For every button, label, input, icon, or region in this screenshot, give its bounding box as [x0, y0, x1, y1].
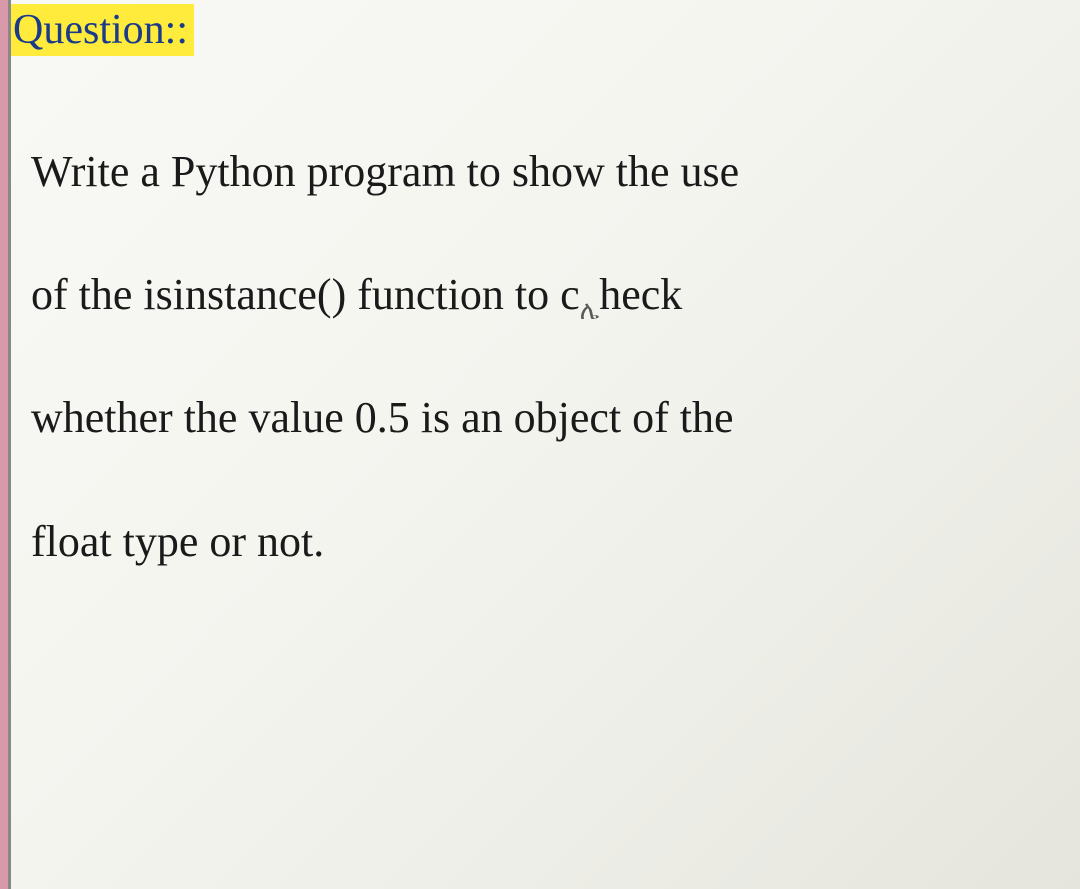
- question-label: Question::: [11, 4, 194, 56]
- page-background: Question:: Write a Python program to sho…: [0, 0, 1080, 889]
- document-page: Question:: Write a Python program to sho…: [8, 0, 1080, 889]
- cursor-icon: ሌ: [580, 295, 600, 325]
- question-line-1: Write a Python program to show the use: [31, 110, 1060, 233]
- question-body: Write a Python program to show the use o…: [31, 110, 1060, 603]
- question-line-4: float type or not.: [31, 480, 1060, 603]
- question-line-2: of the isinstance() function to cሌheck: [31, 233, 1060, 356]
- question-line-3: whether the value 0.5 is an object of th…: [31, 356, 1060, 479]
